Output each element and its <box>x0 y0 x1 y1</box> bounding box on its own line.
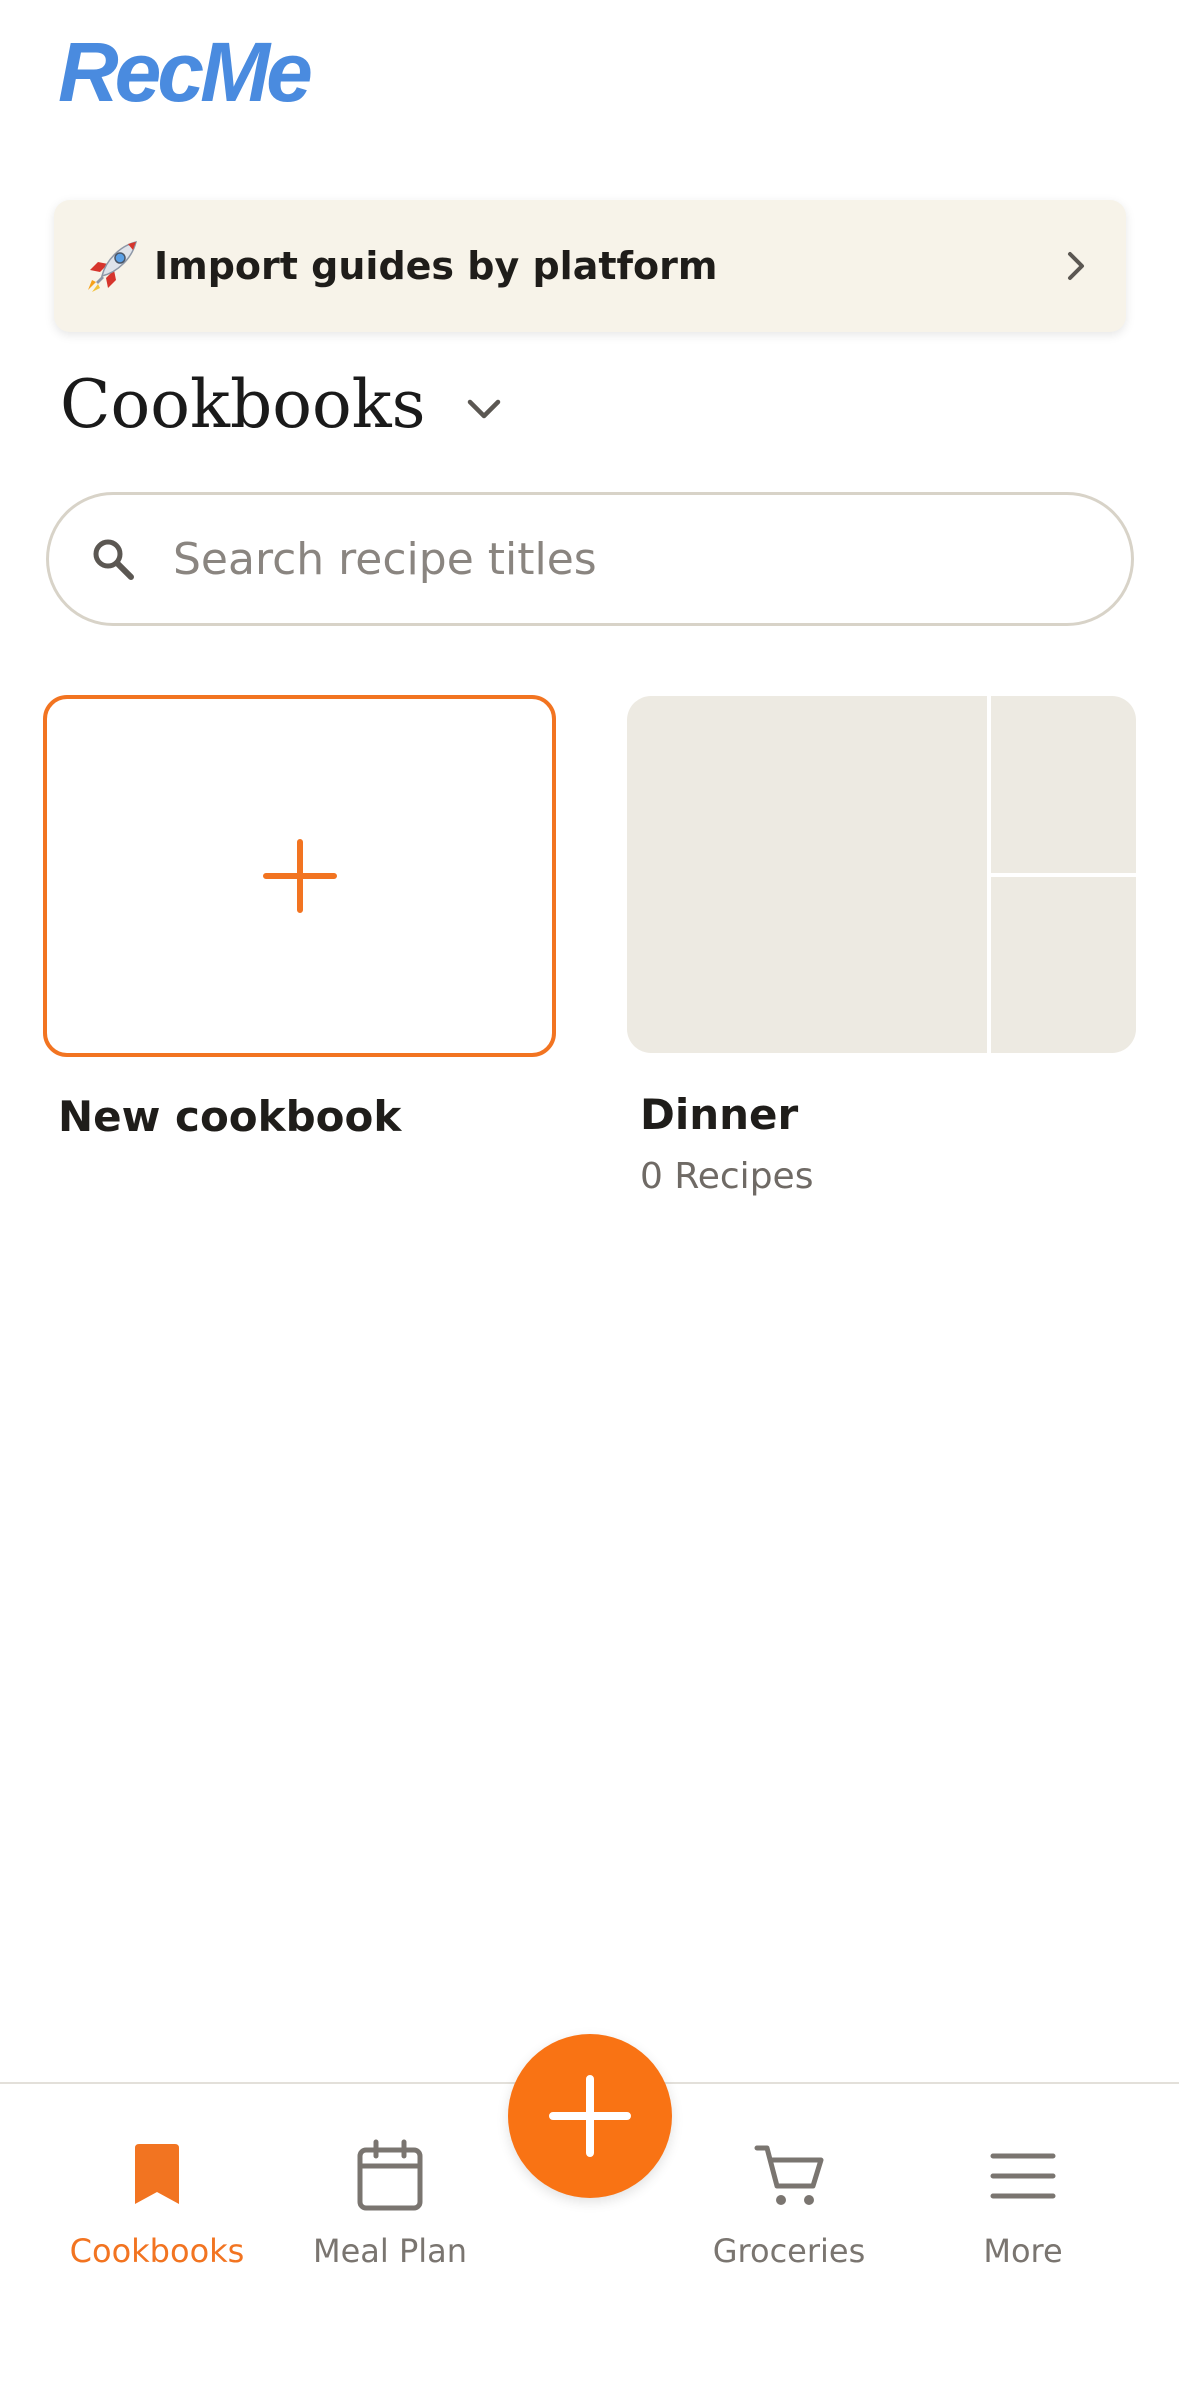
menu-icon <box>990 2153 1056 2199</box>
nav-label: More <box>983 2232 1063 2270</box>
nav-item-cookbooks[interactable]: Cookbooks <box>37 2138 277 2270</box>
search-icon <box>93 539 134 580</box>
cookbook-recipe-count: 0 Recipes <box>640 1156 814 1197</box>
nav-item-groceries[interactable]: Groceries <box>669 2138 909 2270</box>
cookbook-card-dinner[interactable] <box>627 696 1136 1053</box>
nav-label: Cookbooks <box>69 2232 245 2270</box>
search-input[interactable] <box>171 532 1075 586</box>
new-cookbook-button[interactable] <box>43 695 556 1057</box>
search-bar[interactable] <box>46 492 1134 626</box>
cookbook-cover-main <box>627 696 987 1053</box>
chevron-right-icon <box>1068 252 1084 280</box>
cookbook-cover-tile <box>991 696 1136 873</box>
nav-item-meal-plan[interactable]: Meal Plan <box>270 2138 510 2270</box>
app-logo: RecMe <box>58 25 313 119</box>
import-guides-label: Import guides by platform <box>154 244 718 288</box>
cookbook-cover-tile <box>991 876 1136 1053</box>
calendar-icon <box>357 2139 423 2211</box>
rocket-icon <box>88 240 138 292</box>
cart-icon <box>754 2145 824 2205</box>
page-title: Cookbooks <box>60 366 426 443</box>
plus-icon <box>262 839 337 913</box>
nav-item-more[interactable]: More <box>903 2138 1143 2270</box>
nav-label: Meal Plan <box>312 2232 468 2270</box>
cookbook-cover-side <box>991 696 1136 1053</box>
add-recipe-fab[interactable] <box>508 2034 672 2198</box>
plus-icon <box>549 2075 631 2157</box>
nav-label: Groceries <box>712 2232 866 2270</box>
cookbooks-section-selector[interactable]: Cookbooks <box>60 372 506 438</box>
new-cookbook-label: New cookbook <box>58 1092 402 1141</box>
cookbook-title[interactable]: Dinner <box>640 1090 798 1139</box>
import-guides-banner[interactable]: Import guides by platform <box>54 200 1126 332</box>
chevron-down-icon <box>467 399 500 419</box>
bookmark-icon <box>135 2144 179 2204</box>
